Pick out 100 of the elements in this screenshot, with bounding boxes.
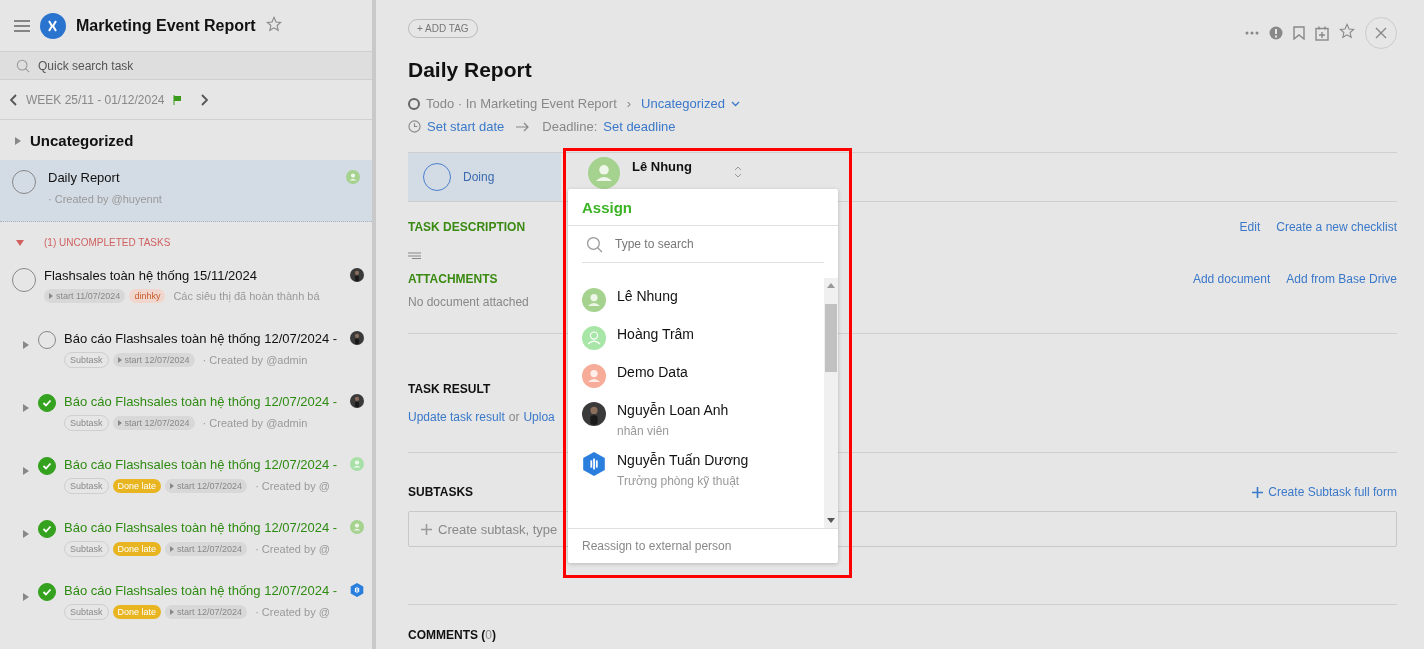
section-heading: SUBTASKS bbox=[408, 485, 474, 499]
task-title: Daily Report bbox=[48, 170, 120, 185]
triangle-icon bbox=[117, 420, 122, 426]
triangle-icon bbox=[170, 483, 175, 489]
task-row[interactable]: Daily Report · Created by @huyennt bbox=[0, 160, 372, 222]
project-title: Marketing Event Report bbox=[76, 16, 256, 35]
assignee-name[interactable]: Lê Nhung bbox=[632, 159, 692, 174]
section-action-link[interactable]: Add document bbox=[1192, 272, 1271, 286]
alert-icon[interactable] bbox=[1269, 26, 1283, 40]
section-heading: TASK RESULT bbox=[408, 382, 491, 396]
quick-search-field[interactable]: Quick search task bbox=[38, 55, 356, 76]
section-heading: ATTACHMENTS bbox=[408, 272, 498, 286]
update-result-link[interactable]: Update task result bbox=[408, 410, 505, 424]
task-title[interactable]: Báo cáo Flashsales toàn hệ thống 12/07/2024 - bbox=[64, 457, 338, 472]
search-bar[interactable]: Quick search task bbox=[0, 52, 372, 80]
person-item[interactable]: Demo Data bbox=[582, 364, 810, 388]
triangle-icon bbox=[170, 609, 175, 615]
state-panel[interactable]: Doing bbox=[408, 153, 561, 201]
group-title[interactable]: Uncategorized bbox=[30, 131, 134, 149]
caret-icon[interactable] bbox=[16, 239, 24, 247]
section-action-link[interactable]: Add from Base Drive bbox=[1286, 272, 1397, 286]
done-check-icon[interactable] bbox=[38, 583, 56, 601]
person-item[interactable]: Nguyễn Loan Anh nhân viên bbox=[582, 402, 810, 438]
previous-icon[interactable] bbox=[10, 93, 18, 106]
plus-icon[interactable] bbox=[1252, 486, 1264, 498]
deadline-link[interactable]: Set deadline bbox=[603, 119, 676, 134]
section-label[interactable]: (1) UNCOMPLETED TASKS bbox=[44, 236, 171, 248]
person-item[interactable]: Nguyễn Tuấn Dương Trưởng phòng kỹ thuật bbox=[582, 452, 810, 488]
star-icon[interactable] bbox=[265, 15, 282, 32]
task-meta: Các siêu thị đã hoàn thành bá bbox=[173, 290, 320, 302]
task-tag: start 12/07/2024 bbox=[112, 416, 195, 430]
plus-icon bbox=[421, 523, 432, 535]
task-meta: · Created by @admin bbox=[202, 417, 308, 429]
menu-icon[interactable] bbox=[14, 19, 30, 32]
task-heading: Daily Report bbox=[408, 58, 533, 82]
calendar-add-icon[interactable] bbox=[1315, 25, 1329, 41]
caret-icon[interactable] bbox=[22, 341, 30, 349]
comments-heading: COMMENTS (0) bbox=[408, 628, 497, 642]
bookmark-icon[interactable] bbox=[1293, 26, 1305, 40]
reassign-external-link[interactable]: Reassign to external person bbox=[568, 528, 838, 563]
task-title[interactable]: Báo cáo Flashsales toàn hệ thống 12/07/2024 - bbox=[64, 331, 338, 346]
task-title[interactable]: Báo cáo Flashsales toàn hệ thống 12/07/2024 - bbox=[64, 394, 338, 409]
caret-icon[interactable] bbox=[22, 467, 30, 475]
task-tag: Done late bbox=[112, 605, 162, 619]
person-item[interactable]: Hoàng Trâm bbox=[582, 326, 810, 350]
or-text: or bbox=[508, 410, 520, 424]
empty-message: No document attached bbox=[408, 295, 529, 309]
search-icon bbox=[16, 58, 30, 73]
breadcrumb-separator: › bbox=[626, 96, 632, 111]
task-title[interactable]: Flashsales toàn hệ thống 15/11/2024 bbox=[44, 268, 257, 283]
status-circle bbox=[408, 97, 420, 110]
close-icon[interactable] bbox=[1375, 27, 1387, 39]
scroll-up-icon[interactable] bbox=[827, 283, 835, 288]
task-tag: start 11/07/2024 bbox=[44, 289, 126, 303]
week-label: WEEK 25/11 - 01/12/2024 bbox=[26, 92, 165, 107]
triangle-icon bbox=[49, 293, 53, 299]
task-tag: start 12/07/2024 bbox=[165, 542, 248, 556]
state-label: Doing bbox=[463, 170, 495, 184]
task-tag: Done late bbox=[112, 542, 162, 556]
task-meta: · Created by @huyennt bbox=[48, 193, 163, 205]
scrollbar[interactable] bbox=[824, 278, 838, 528]
section-heading: TASK DESCRIPTION bbox=[408, 220, 526, 234]
clock-icon bbox=[408, 120, 421, 133]
start-date-link[interactable]: Set start date bbox=[427, 119, 505, 134]
task-meta: · Created by @ bbox=[255, 543, 330, 555]
scroll-thumb[interactable] bbox=[825, 304, 837, 372]
star-icon[interactable] bbox=[1339, 23, 1355, 39]
category-link[interactable]: Uncategorized bbox=[641, 96, 725, 111]
done-check-icon[interactable] bbox=[38, 520, 56, 538]
triangle-icon bbox=[170, 546, 175, 552]
project-logo-icon bbox=[40, 12, 66, 39]
task-meta: · Created by @admin bbox=[202, 354, 308, 366]
task-tag: start 12/07/2024 bbox=[112, 353, 195, 367]
sort-arrows-icon[interactable] bbox=[733, 165, 742, 179]
upload-link[interactable]: Uploa bbox=[523, 410, 555, 424]
hexagon-logo-icon bbox=[350, 583, 364, 597]
caret-icon[interactable] bbox=[22, 530, 30, 538]
more-icon[interactable] bbox=[1245, 31, 1259, 35]
task-tag: dinhky bbox=[129, 289, 166, 303]
done-check-icon[interactable] bbox=[38, 457, 56, 475]
task-title[interactable]: Báo cáo Flashsales toàn hệ thống 12/07/2024 - bbox=[64, 520, 338, 535]
text-lines-icon bbox=[408, 252, 421, 259]
caret-icon[interactable] bbox=[22, 404, 30, 412]
create-subtask-link[interactable]: Create Subtask full form bbox=[1252, 485, 1397, 499]
section-action-link[interactable]: Edit bbox=[1239, 220, 1261, 234]
caret-icon[interactable] bbox=[14, 137, 22, 145]
caret-icon[interactable] bbox=[22, 593, 30, 601]
arrow-right-icon bbox=[516, 121, 531, 132]
task-meta: · Created by @ bbox=[255, 606, 330, 618]
popup-title: Assign bbox=[568, 189, 838, 226]
next-icon[interactable] bbox=[199, 93, 208, 106]
chevron-down-icon[interactable] bbox=[730, 100, 740, 107]
section-action-link[interactable]: Create a new checklist bbox=[1276, 220, 1397, 234]
scroll-down-icon[interactable] bbox=[827, 518, 835, 523]
status-text: Todo · In Marketing Event Report bbox=[426, 96, 617, 111]
person-item[interactable]: Lê Nhung bbox=[582, 288, 810, 312]
hexagon-logo-icon bbox=[582, 452, 606, 476]
done-check-icon[interactable] bbox=[38, 394, 56, 412]
task-title[interactable]: Báo cáo Flashsales toàn hệ thống 12/07/2024 - bbox=[64, 583, 338, 598]
task-tag: Done late bbox=[112, 479, 162, 493]
